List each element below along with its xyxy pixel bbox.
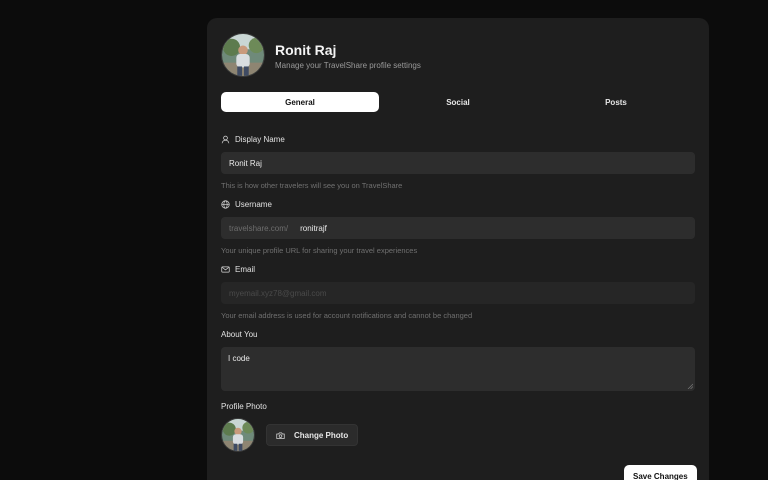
display-name-value: Ronit Raj — [229, 158, 262, 168]
username-input[interactable]: travelshare.com/ ronitrajf — [221, 217, 695, 239]
avatar — [221, 33, 265, 77]
username-label: Username — [235, 199, 272, 209]
page-title: Ronit Raj — [275, 41, 337, 58]
camera-icon — [276, 432, 285, 439]
display-name-label: Display Name — [235, 134, 285, 144]
display-name-help: This is how other travelers will see you… — [221, 181, 403, 190]
username-value: ronitrajf — [300, 223, 327, 233]
profile-photo-field: Profile Photo Change Photo — [221, 400, 695, 452]
user-icon — [221, 135, 230, 143]
email-label: Email — [235, 264, 256, 274]
username-prefix: travelshare.com/ — [229, 223, 289, 233]
mail-icon — [221, 266, 230, 272]
tab-posts[interactable]: Posts — [537, 92, 695, 112]
email-value: myemail.xyz78@gmail.com — [229, 288, 327, 298]
tab-social[interactable]: Social — [379, 92, 537, 112]
save-button[interactable]: Save Changes — [624, 465, 697, 480]
resize-handle-icon[interactable] — [687, 383, 693, 389]
globe-icon — [221, 199, 230, 209]
about-field: About You I code — [221, 328, 695, 391]
profile-photo-label: Profile Photo — [221, 401, 267, 411]
email-input: myemail.xyz78@gmail.com — [221, 282, 695, 304]
profile-photo-preview — [221, 418, 255, 452]
username-field: Username travelshare.com/ ronitrajf Your… — [221, 198, 695, 256]
about-textarea[interactable]: I code — [221, 347, 695, 391]
page-subtitle: Manage your TravelShare profile settings — [275, 60, 421, 70]
display-name-input[interactable]: Ronit Raj — [221, 152, 695, 174]
change-photo-button[interactable]: Change Photo — [266, 424, 359, 446]
change-photo-label: Change Photo — [294, 430, 349, 440]
about-value: I code — [228, 354, 250, 363]
tab-bar: General Social Posts — [221, 91, 695, 113]
profile-settings-card: Ronit Raj Manage your TravelShare profil… — [207, 18, 709, 480]
avatar-photo-icon — [222, 34, 264, 76]
username-help: Your unique profile URL for sharing your… — [221, 246, 418, 255]
about-label: About You — [221, 329, 258, 339]
email-help: Your email address is used for account n… — [221, 311, 473, 320]
tab-general[interactable]: General — [221, 92, 379, 112]
display-name-field: Display Name Ronit Raj This is how other… — [221, 133, 695, 191]
email-field: Email myemail.xyz78@gmail.com Your email… — [221, 263, 695, 321]
avatar-photo-icon — [222, 419, 254, 451]
profile-header: Ronit Raj Manage your TravelShare profil… — [221, 33, 421, 77]
